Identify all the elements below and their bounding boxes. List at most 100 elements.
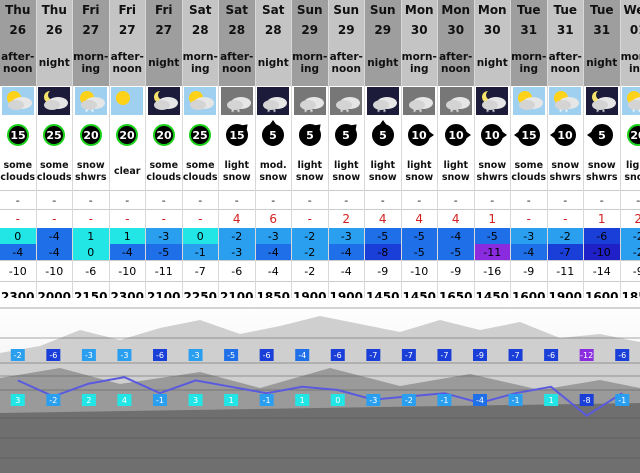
wind-chill-cell: -7 — [182, 260, 219, 282]
bottom-temp-label: -1 — [437, 394, 452, 406]
svg-text:-3: -3 — [192, 351, 200, 360]
min-temp-cell: -4 — [109, 244, 146, 261]
date-cell: 31 — [547, 20, 584, 40]
snow-cloud-icon: * * — [291, 86, 329, 120]
top-temp-label: -6 — [153, 349, 167, 361]
wind-icon: 5 — [255, 120, 292, 154]
time-of-day-cell: after-noon — [328, 40, 365, 86]
snow-showers-sun-icon: * * — [547, 86, 584, 120]
wind-chill-cell: -11 — [145, 260, 183, 282]
day-cell: Sun — [291, 0, 329, 20]
snow-cell: - — [547, 190, 584, 210]
wind-chill-cell: -11 — [547, 260, 584, 282]
bottom-temp-label: 1 — [295, 394, 310, 406]
wind-icon: 20 — [72, 120, 110, 154]
svg-text:20: 20 — [83, 129, 99, 142]
bottom-temp-label: 0 — [330, 394, 345, 406]
rain-cell: 4 — [401, 209, 438, 228]
svg-text:3: 3 — [15, 396, 20, 405]
day-cell: Sat — [218, 0, 256, 20]
svg-text:-1: -1 — [618, 396, 626, 405]
snow-cell: - — [0, 190, 37, 210]
wind-chill-cell: -9 — [364, 260, 402, 282]
rain-cell: 2 — [620, 209, 640, 228]
min-temp-cell: -8 — [364, 244, 402, 261]
date-cell: 01 — [620, 20, 640, 40]
wind-chill-row: -10 -10 -6 -10 -11 -7 -6 -4 -2 -4 -9 -10 -9 -16 -9 -11-… — [0, 260, 640, 282]
weather-description-cell: light snow — [401, 154, 438, 191]
svg-text:-4: -4 — [476, 396, 484, 405]
wind-icon: 5 — [291, 120, 329, 154]
weather-description-cell: some clouds — [0, 154, 37, 191]
svg-text:-7: -7 — [512, 351, 520, 360]
date-cell: 29 — [328, 20, 365, 40]
max-temp-cell: 0 — [182, 228, 219, 244]
rain-cell: - — [109, 209, 146, 228]
svg-text:5: 5 — [306, 129, 314, 142]
svg-text:-1: -1 — [440, 396, 448, 405]
wind-chill-cell: -9 — [510, 260, 548, 282]
day-cell: Tue — [510, 0, 548, 20]
date-cell: 26 — [36, 20, 73, 40]
partly-cloudy-sun-icon — [0, 86, 37, 120]
day-cell: Mon — [437, 0, 475, 20]
date-cell: 27 — [109, 20, 146, 40]
wind-chill-cell: -9 — [437, 260, 475, 282]
time-of-day-cell: morn-ing — [401, 40, 438, 86]
min-temp-cell: -4 — [328, 244, 365, 261]
day-cell: Fri — [109, 0, 146, 20]
svg-text:2: 2 — [86, 396, 91, 405]
top-temp-label: -2 — [10, 349, 25, 361]
snow-cell: - — [255, 190, 292, 210]
svg-text:3: 3 — [193, 396, 198, 405]
svg-text:* *: * * — [450, 108, 460, 115]
snow-cloud-night-icon: * * — [255, 86, 292, 120]
svg-text:* *: * * — [413, 108, 423, 115]
day-cell: Mon — [474, 0, 511, 20]
svg-text:-6: -6 — [156, 351, 164, 360]
snow-cell: - — [218, 190, 256, 210]
wind-icon: 20 — [109, 120, 146, 154]
top-temp-label: -3 — [188, 349, 203, 361]
min-temp-cell: -11 — [474, 244, 511, 261]
svg-text:* *: * * — [377, 108, 387, 115]
max-temp-cell: -2 — [291, 228, 329, 244]
snow-cloud-icon: * * — [328, 86, 365, 120]
top-temp-label: -5 — [224, 349, 239, 361]
wind-chill-cell: -10 — [0, 260, 37, 282]
time-of-day-cell: after-noon — [218, 40, 256, 86]
bottom-temp-label: -2 — [46, 394, 61, 406]
min-temp-cell: -4 — [0, 244, 37, 261]
svg-text:-9: -9 — [476, 351, 484, 360]
time-of-day-cell: after-noon — [0, 40, 37, 86]
svg-text:5: 5 — [342, 129, 350, 142]
max-temp-cell: -6 — [583, 228, 621, 244]
day-cell: Sun — [328, 0, 365, 20]
snow-row: ------------------ — [0, 190, 640, 210]
min-temp-cell: -10 — [583, 244, 621, 261]
svg-text:5: 5 — [379, 129, 387, 142]
svg-text:1: 1 — [549, 396, 554, 405]
date-cell: 29 — [364, 20, 402, 40]
top-temp-label: -3 — [81, 349, 96, 361]
weather-description-cell: snow shwrs — [547, 154, 584, 191]
day-cell: Fri — [72, 0, 110, 20]
min-temp-cell: -5 — [401, 244, 438, 261]
bottom-temp-label: -4 — [473, 394, 487, 406]
wind-icon: 5 — [364, 120, 402, 154]
top-temp-label: -6 — [615, 349, 630, 361]
day-cell: Thu — [0, 0, 37, 20]
rain-cell: 1 — [474, 209, 511, 228]
wind-icon: 15 — [510, 120, 548, 154]
bottom-temp-label: 1 — [544, 394, 559, 406]
max-temp-cell: 0 — [0, 228, 37, 244]
svg-text:1: 1 — [229, 396, 234, 405]
description-row: some clouds some clouds snow shwrs clear som… — [0, 154, 640, 191]
date-cell: 26 — [0, 20, 37, 40]
wind-icon: 15 — [218, 120, 256, 154]
snow-cell: - — [36, 190, 73, 210]
svg-text:15: 15 — [10, 129, 25, 142]
partly-cloudy-sun-icon — [510, 86, 548, 120]
top-temp-label: -9 — [473, 349, 487, 361]
svg-text:20: 20 — [631, 129, 640, 142]
